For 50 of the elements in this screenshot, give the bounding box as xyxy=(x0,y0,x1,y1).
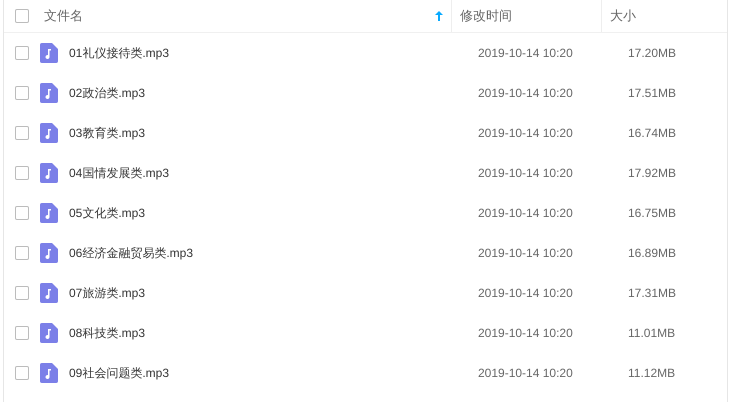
file-size: 16.74MB xyxy=(628,125,676,142)
file-size: 11.12MB xyxy=(628,365,676,382)
file-name[interactable]: 01礼仪接待类.mp3 xyxy=(69,44,478,62)
file-name[interactable]: 05文化类.mp3 xyxy=(69,204,478,222)
checkbox[interactable] xyxy=(15,206,29,220)
checkbox[interactable] xyxy=(15,366,29,380)
checkbox[interactable] xyxy=(15,326,29,340)
file-name[interactable]: 06经济金融贸易类.mp3 xyxy=(69,244,478,262)
column-header[interactable]: 修改时间 xyxy=(460,6,512,26)
column-header[interactable]: 大小 xyxy=(610,6,636,26)
file-name[interactable]: 02政治类.mp3 xyxy=(69,84,478,102)
column-header[interactable]: 文件名 xyxy=(44,6,435,26)
modified-time: 2019-10-14 10:20 xyxy=(478,45,574,62)
file-name[interactable]: 07旅游类.mp3 xyxy=(69,284,478,302)
checkbox[interactable] xyxy=(15,286,29,300)
modified-time: 2019-10-14 10:20 xyxy=(478,285,574,302)
modified-time: 2019-10-14 10:20 xyxy=(478,205,574,222)
modified-time: 2019-10-14 10:20 xyxy=(478,325,574,342)
checkbox[interactable] xyxy=(15,9,29,23)
modified-time: 2019-10-14 10:20 xyxy=(478,365,574,382)
file-name[interactable]: 04国情发展类.mp3 xyxy=(69,164,478,182)
music-file-icon xyxy=(40,203,58,223)
modified-time: 2019-10-14 10:20 xyxy=(478,85,574,102)
music-file-icon xyxy=(40,163,58,183)
checkbox[interactable] xyxy=(15,246,29,260)
file-name[interactable]: 09社会问题类.mp3 xyxy=(69,364,478,382)
music-file-icon xyxy=(40,243,58,263)
music-file-icon xyxy=(40,363,58,383)
file-size: 17.20MB xyxy=(628,45,676,62)
music-file-icon xyxy=(40,83,58,103)
modified-time: 2019-10-14 10:20 xyxy=(478,125,574,142)
file-size: 11.01MB xyxy=(628,325,676,342)
modified-time: 2019-10-14 10:20 xyxy=(478,245,574,262)
file-size: 17.31MB xyxy=(628,285,676,302)
file-size: 17.51MB xyxy=(628,85,676,102)
music-file-icon xyxy=(40,323,58,343)
sort-arrow-icon[interactable] xyxy=(435,11,443,21)
music-file-icon xyxy=(40,43,58,63)
music-file-icon xyxy=(40,123,58,143)
checkbox[interactable] xyxy=(15,166,29,180)
checkbox[interactable] xyxy=(15,46,29,60)
modified-time: 2019-10-14 10:20 xyxy=(478,165,574,182)
file-size: 16.89MB xyxy=(628,245,676,262)
checkbox[interactable] xyxy=(15,126,29,140)
file-name[interactable]: 03教育类.mp3 xyxy=(69,124,478,142)
file-size: 17.92MB xyxy=(628,165,676,182)
checkbox[interactable] xyxy=(15,86,29,100)
file-name[interactable]: 08科技类.mp3 xyxy=(69,324,478,342)
file-size: 16.75MB xyxy=(628,205,676,222)
music-file-icon xyxy=(40,283,58,303)
